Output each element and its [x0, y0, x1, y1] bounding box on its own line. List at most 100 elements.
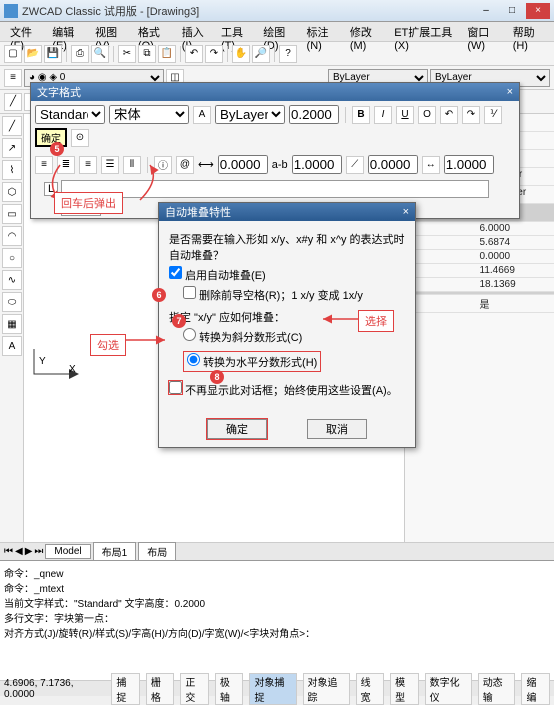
ruler[interactable]: L: [61, 180, 489, 198]
tab-layout1[interactable]: 布局1: [93, 542, 137, 561]
status-dyn[interactable]: 动态输: [478, 673, 516, 705]
tool-rect-icon[interactable]: ▭: [2, 204, 22, 224]
redo-icon[interactable]: ↷: [205, 45, 223, 63]
tool-xline-icon[interactable]: ↗: [2, 138, 22, 158]
paste-icon[interactable]: 📋: [158, 45, 176, 63]
redo2-icon[interactable]: ↷: [462, 106, 480, 124]
undo2-icon[interactable]: ↶: [440, 106, 458, 124]
status-otrack[interactable]: 对象追踪: [303, 673, 350, 705]
menu-format[interactable]: 格式(O): [132, 22, 176, 41]
spacing-input[interactable]: [292, 155, 342, 174]
cut-icon[interactable]: ✂: [118, 45, 136, 63]
enable-autostack-checkbox[interactable]: [169, 266, 182, 279]
tab-model[interactable]: Model: [45, 544, 90, 559]
diagonal-radio[interactable]: [183, 328, 196, 341]
line-icon[interactable]: ╱: [4, 93, 22, 111]
tab-nav-next[interactable]: ▶: [25, 546, 33, 557]
overline-button[interactable]: O: [418, 106, 436, 124]
close-icon[interactable]: ×: [507, 86, 513, 98]
dont-show-checkbox[interactable]: [169, 381, 182, 394]
menu-edit[interactable]: 编辑(E): [46, 22, 89, 41]
pan-icon[interactable]: ✋: [232, 45, 250, 63]
command-panel[interactable]: 命令：_qnew 命令：_mtext 当前文字样式："Standard" 文字高…: [0, 560, 554, 680]
font-icon[interactable]: A: [193, 106, 211, 124]
remove-space-checkbox[interactable]: [183, 286, 196, 299]
menu-window[interactable]: 窗口(W): [461, 22, 506, 41]
close-button[interactable]: ×: [526, 3, 550, 19]
maximize-button[interactable]: □: [500, 3, 524, 19]
align-center-icon[interactable]: ≣: [57, 156, 75, 174]
font-select[interactable]: 宋体: [109, 105, 189, 124]
cmd-line: 对齐方式(J)/旋转(R)/样式(S)/字高(H)/方向(D)/字宽(W)/<字…: [4, 625, 550, 640]
height-input[interactable]: [289, 105, 339, 124]
tool-line-icon[interactable]: ╱: [2, 116, 22, 136]
status-osnap[interactable]: 对象捕捉: [249, 673, 296, 705]
print-icon[interactable]: ⎙: [71, 45, 89, 63]
minimize-button[interactable]: –: [474, 3, 498, 19]
tracking-input[interactable]: [218, 155, 268, 174]
tool-spline-icon[interactable]: ∿: [2, 270, 22, 290]
cancel-button[interactable]: 取消: [307, 419, 367, 439]
tool-arc-icon[interactable]: ◠: [2, 226, 22, 246]
preview-icon[interactable]: 🔍: [91, 45, 109, 63]
menu-tools[interactable]: 工具(T): [215, 22, 257, 41]
tab-nav-last[interactable]: ⏭: [34, 546, 43, 557]
justify-icon[interactable]: ☰: [101, 156, 119, 174]
menu-insert[interactable]: 插入(I): [176, 22, 215, 41]
menu-modify[interactable]: 修改(M): [344, 22, 388, 41]
tab-layout2[interactable]: 布局: [138, 542, 176, 561]
tool-text-icon[interactable]: A: [2, 336, 22, 356]
copy-icon[interactable]: ⧉: [138, 45, 156, 63]
width-icon[interactable]: ↔: [422, 156, 440, 174]
status-snap[interactable]: 捕捉: [111, 673, 140, 705]
menu-et[interactable]: ET扩展工具(X): [388, 22, 461, 41]
tab-nav-first[interactable]: ⏮: [4, 546, 13, 557]
menu-file[interactable]: 文件(F): [4, 22, 46, 41]
bold-button[interactable]: B: [352, 106, 370, 124]
options-icon[interactable]: ⊙: [71, 129, 89, 147]
tool-pline-icon[interactable]: ⌇: [2, 160, 22, 180]
svg-text:X: X: [69, 364, 76, 375]
undo-icon[interactable]: ↶: [185, 45, 203, 63]
zoom-icon[interactable]: 🔎: [252, 45, 270, 63]
distribute-icon[interactable]: ⫴: [123, 156, 141, 174]
tool-circle-icon[interactable]: ○: [2, 248, 22, 268]
ok-button[interactable]: 确定: [207, 419, 267, 439]
style-select[interactable]: Standard: [35, 105, 105, 124]
colorsel[interactable]: ByLayer: [215, 105, 285, 124]
close-icon[interactable]: ×: [403, 206, 409, 218]
tool-ellipse-icon[interactable]: ⬭: [2, 292, 22, 312]
help-icon[interactable]: ?: [279, 45, 297, 63]
misc-input2[interactable]: [444, 155, 494, 174]
status-tablet[interactable]: 数字化仪: [425, 673, 472, 705]
tool-hatch-icon[interactable]: ▦: [2, 314, 22, 334]
status-ortho[interactable]: 正交: [180, 673, 209, 705]
align-left-icon[interactable]: ≡: [35, 156, 53, 174]
oblique-icon[interactable]: ⟋: [346, 156, 364, 174]
new-icon[interactable]: ▢: [4, 45, 22, 63]
align-right-icon[interactable]: ≡: [79, 156, 97, 174]
symbol-icon[interactable]: @: [176, 156, 194, 174]
menu-view[interactable]: 视图(V): [89, 22, 132, 41]
save-icon[interactable]: 💾: [44, 45, 62, 63]
horizontal-radio[interactable]: [187, 353, 200, 366]
status-bar: 4.6906, 7.1736, 0.0000 捕捉 栅格 正交 极轴 对象捕捉 …: [0, 680, 554, 696]
tab-nav-prev[interactable]: ◀: [15, 546, 23, 557]
tool-polygon-icon[interactable]: ⬡: [2, 182, 22, 202]
insert-icon[interactable]: ⓘ: [154, 156, 172, 174]
status-polar[interactable]: 极轴: [215, 673, 244, 705]
status-model[interactable]: 模型: [390, 673, 419, 705]
open-icon[interactable]: 📂: [24, 45, 42, 63]
status-grid[interactable]: 栅格: [146, 673, 175, 705]
menu-draw[interactable]: 绘图(D): [257, 22, 300, 41]
misc-input[interactable]: [368, 155, 418, 174]
layer-icon[interactable]: ≡: [4, 69, 22, 87]
stack-icon[interactable]: ⅟: [484, 106, 502, 124]
marker-6: 6: [152, 288, 166, 302]
status-lwt[interactable]: 线宽: [356, 673, 385, 705]
status-edit[interactable]: 缩编: [521, 673, 550, 705]
menu-help[interactable]: 帮助(H): [507, 22, 550, 41]
italic-button[interactable]: I: [374, 106, 392, 124]
menu-dim[interactable]: 标注(N): [301, 22, 344, 41]
underline-button[interactable]: U: [396, 106, 414, 124]
